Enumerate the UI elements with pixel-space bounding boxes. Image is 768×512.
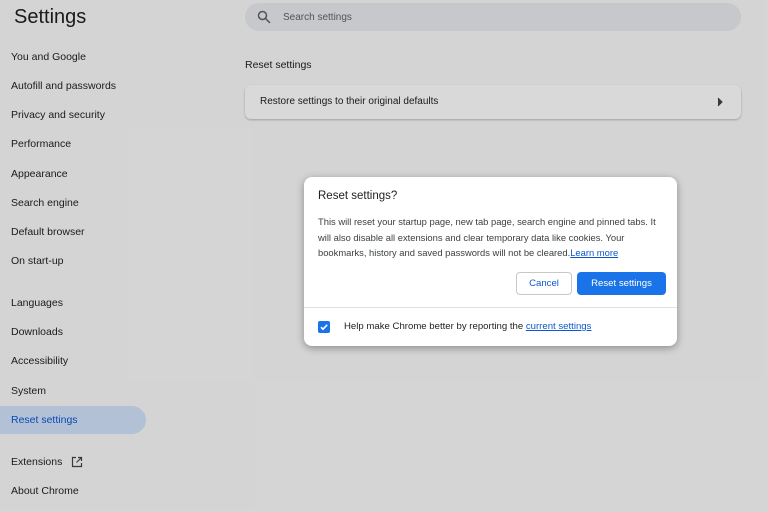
reset-settings-dialog: Reset settings? This will reset your sta… bbox=[304, 177, 677, 346]
checkbox-label: Help make Chrome better by reporting the… bbox=[344, 321, 591, 332]
reset-settings-button[interactable]: Reset settings bbox=[577, 272, 666, 295]
dialog-divider bbox=[304, 307, 677, 308]
dialog-body: This will reset your startup page, new t… bbox=[318, 214, 668, 261]
learn-more-link[interactable]: Learn more bbox=[570, 247, 618, 258]
checkbox-label-text: Help make Chrome better by reporting the bbox=[344, 321, 526, 332]
checkmark-icon bbox=[320, 324, 328, 331]
current-settings-link[interactable]: current settings bbox=[526, 321, 592, 332]
dialog-title: Reset settings? bbox=[318, 190, 398, 202]
report-settings-checkbox[interactable] bbox=[318, 321, 330, 333]
cancel-button[interactable]: Cancel bbox=[516, 272, 572, 295]
